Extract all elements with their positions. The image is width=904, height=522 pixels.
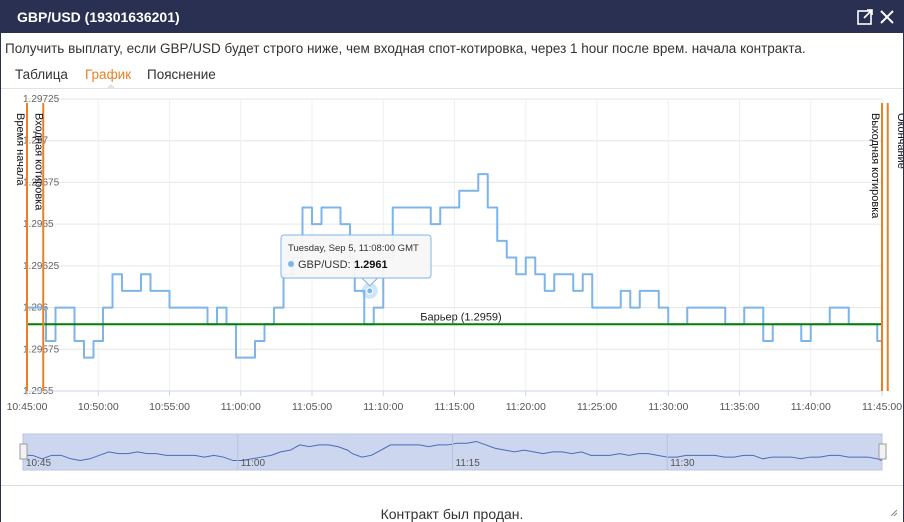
navigator-label: 11:15 [456,458,481,469]
x-tick-label: 11:30:00 [648,401,688,413]
tooltip-series-label: GBP/USD: [298,259,351,271]
vertical-marker-label: Входная котировка [32,113,44,211]
x-tick-label: 10:45:00 [7,401,48,413]
x-tick-label: 11:35:00 [719,401,759,413]
y-tick-label: 1.29575 [23,344,60,355]
tooltip-value: 1.2961 [354,259,388,271]
x-tick-label: 11:20:00 [506,401,546,413]
navigator-label: 10:45 [26,458,51,469]
window-title: GBP/USD (19301636201) [17,9,180,25]
price-chart: 1.29551.295751.2961.296251.29651.296751.… [7,94,904,471]
footer: Контракт был продан. [1,485,903,522]
navigator-right-handle[interactable] [878,443,887,460]
x-tick-label: 11:05:00 [292,401,332,413]
vertical-marker-label: Время начала [14,113,26,186]
x-tick-label: 11:25:00 [577,401,617,413]
x-tick-label: 11:45:00 [862,401,902,413]
chart-area: 1.2955 1.29575 1.296 1.29625 1.2965 1.29675 1.… [1,89,904,481]
x-tick-label: 10:50:00 [78,401,119,413]
tooltip-box [280,234,432,279]
x-tick-label: 11:00:00 [221,401,261,413]
contract-window: GBP/USD (19301636201) Получить выплату, … [0,0,904,522]
hover-point[interactable] [366,287,374,295]
y-tick-label: 1.29625 [23,261,60,272]
barrier-label: Барьер (1.2959) [420,311,501,323]
x-tick-label: 11:15:00 [434,401,474,413]
contract-description: Получить выплату, если GBP/USD будет стр… [5,41,806,56]
x-tick-label: 10:55:00 [149,401,190,413]
tab-explanation[interactable]: Пояснение [147,67,216,89]
tab-bar: Таблица График Пояснение [1,61,903,89]
x-tick-label: 11:10:00 [363,401,403,413]
vertical-marker-label: Выходная котировка [869,113,881,219]
y-tick-label: 1.29725 [23,94,60,105]
tab-table[interactable]: Таблица [15,67,68,89]
close-icon[interactable] [877,7,897,27]
tooltip-series-marker [288,261,294,267]
popout-icon[interactable] [855,7,875,27]
resize-grip-icon[interactable] [889,508,897,516]
navigator-left-handle[interactable] [19,443,28,460]
tooltip-header: Tuesday, Sep 5, 11:08:00 GMT [288,243,419,254]
navigator-label: 11:30 [670,458,695,469]
vertical-marker-label: Окончание [895,113,903,169]
title-bar: GBP/USD (19301636201) [1,1,903,33]
navigator-label: 11:00 [241,458,266,469]
tooltip-pointer [361,277,379,287]
contract-status: Контракт был продан. [380,506,524,522]
x-tick-label: 11:40:00 [791,401,831,413]
